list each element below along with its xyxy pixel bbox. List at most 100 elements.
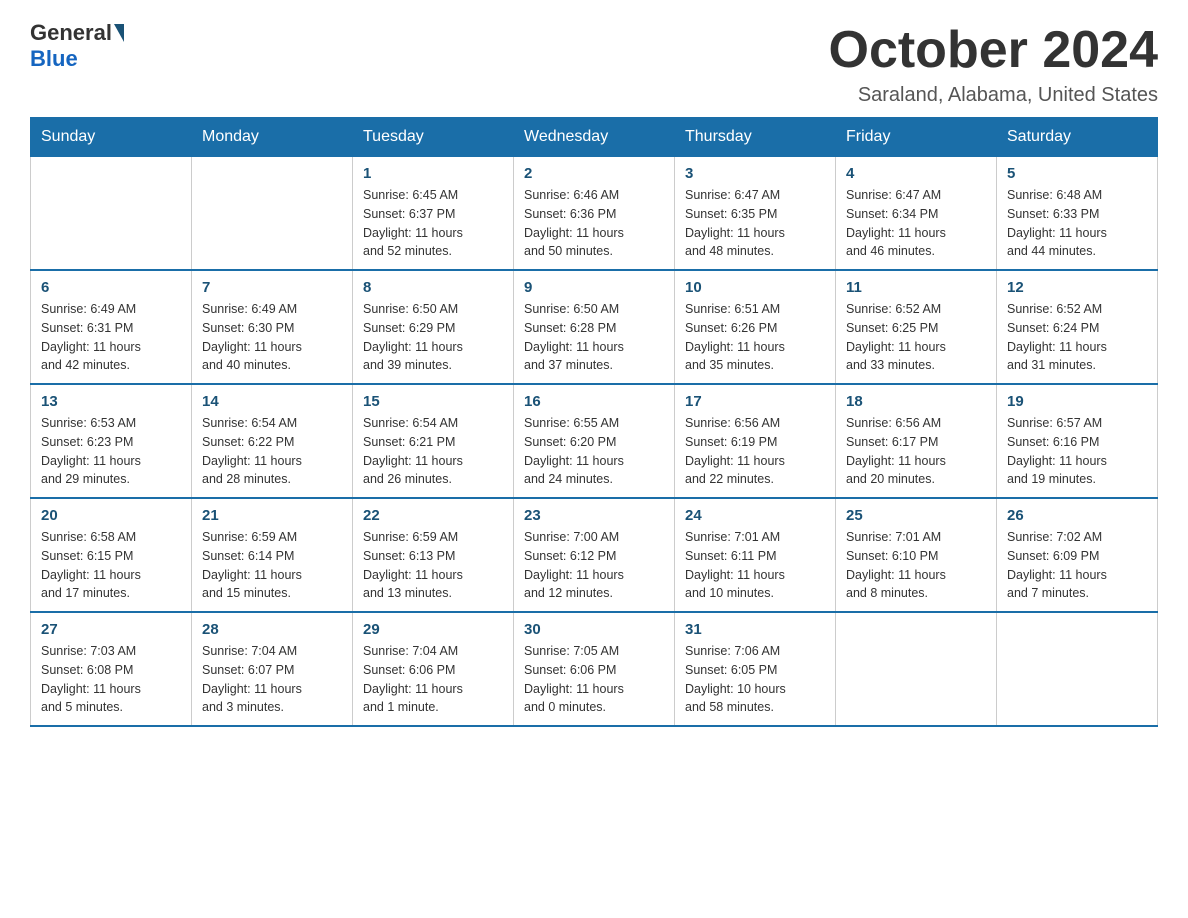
logo: General Blue — [30, 20, 126, 72]
day-info: Sunrise: 7:05 AMSunset: 6:06 PMDaylight:… — [524, 642, 664, 717]
page-header: General Blue October 2024 Saraland, Alab… — [30, 20, 1158, 107]
day-info: Sunrise: 6:49 AMSunset: 6:30 PMDaylight:… — [202, 300, 342, 375]
day-number: 16 — [524, 393, 664, 410]
logo-general-text: General — [30, 20, 112, 46]
day-info: Sunrise: 6:54 AMSunset: 6:21 PMDaylight:… — [363, 414, 503, 489]
calendar-cell: 6 Sunrise: 6:49 AMSunset: 6:31 PMDaylight… — [31, 270, 192, 384]
day-number: 10 — [685, 279, 825, 296]
calendar-cell: 26Sunrise: 7:02 AMSunset: 6:09 PMDayligh… — [997, 498, 1158, 612]
weekday-header-friday: Friday — [836, 118, 997, 157]
calendar-cell — [192, 157, 353, 271]
month-title: October 2024 — [829, 20, 1159, 80]
weekday-header-saturday: Saturday — [997, 118, 1158, 157]
calendar-week-row: 20Sunrise: 6:58 AMSunset: 6:15 PMDayligh… — [31, 498, 1158, 612]
calendar-cell: 28 Sunrise: 7:04 AMSunset: 6:07 PMDayligh… — [192, 612, 353, 726]
calendar-cell: 18 Sunrise: 6:56 AMSunset: 6:17 PMDayligh… — [836, 384, 997, 498]
day-number: 24 — [685, 507, 825, 524]
title-section: October 2024 Saraland, Alabama, United S… — [829, 20, 1159, 107]
calendar-cell: 1Sunrise: 6:45 AMSunset: 6:37 PMDaylight… — [353, 157, 514, 271]
day-info: Sunrise: 7:01 AMSunset: 6:11 PMDaylight:… — [685, 528, 825, 603]
day-info: Sunrise: 6:59 AMSunset: 6:14 PMDaylight:… — [202, 528, 342, 603]
weekday-header-wednesday: Wednesday — [514, 118, 675, 157]
weekday-header-thursday: Thursday — [675, 118, 836, 157]
day-number: 18 — [846, 393, 986, 410]
logo-blue-text: Blue — [30, 46, 78, 71]
calendar-cell: 20Sunrise: 6:58 AMSunset: 6:15 PMDayligh… — [31, 498, 192, 612]
weekday-header-monday: Monday — [192, 118, 353, 157]
day-info: Sunrise: 6:48 AMSunset: 6:33 PMDaylight:… — [1007, 186, 1147, 261]
calendar-cell: 27 Sunrise: 7:03 AMSunset: 6:08 PMDayligh… — [31, 612, 192, 726]
day-info: Sunrise: 7:00 AMSunset: 6:12 PMDaylight:… — [524, 528, 664, 603]
day-info: Sunrise: 6:52 AMSunset: 6:24 PMDaylight:… — [1007, 300, 1147, 375]
day-info: Sunrise: 6:57 AMSunset: 6:16 PMDaylight:… — [1007, 414, 1147, 489]
day-info: Sunrise: 6:58 AMSunset: 6:15 PMDaylight:… — [41, 528, 181, 603]
day-info: Sunrise: 6:56 AMSunset: 6:17 PMDaylight:… — [846, 414, 986, 489]
calendar-cell: 9Sunrise: 6:50 AMSunset: 6:28 PMDaylight… — [514, 270, 675, 384]
day-number: 5 — [1007, 165, 1147, 182]
calendar-cell: 19 Sunrise: 6:57 AMSunset: 6:16 PMDayligh… — [997, 384, 1158, 498]
day-number: 6 — [41, 279, 181, 296]
day-number: 31 — [685, 621, 825, 638]
day-number: 7 — [202, 279, 342, 296]
day-info: Sunrise: 6:50 AMSunset: 6:28 PMDaylight:… — [524, 300, 664, 375]
day-info: Sunrise: 7:06 AMSunset: 6:05 PMDaylight:… — [685, 642, 825, 717]
calendar-cell: 23 Sunrise: 7:00 AMSunset: 6:12 PMDayligh… — [514, 498, 675, 612]
calendar-cell: 16Sunrise: 6:55 AMSunset: 6:20 PMDayligh… — [514, 384, 675, 498]
calendar-cell: 14Sunrise: 6:54 AMSunset: 6:22 PMDayligh… — [192, 384, 353, 498]
day-number: 2 — [524, 165, 664, 182]
day-info: Sunrise: 7:04 AMSunset: 6:06 PMDaylight:… — [363, 642, 503, 717]
day-info: Sunrise: 7:03 AMSunset: 6:08 PMDaylight:… — [41, 642, 181, 717]
calendar-cell: 24 Sunrise: 7:01 AMSunset: 6:11 PMDayligh… — [675, 498, 836, 612]
day-number: 28 — [202, 621, 342, 638]
day-number: 13 — [41, 393, 181, 410]
calendar-cell: 4Sunrise: 6:47 AMSunset: 6:34 PMDaylight… — [836, 157, 997, 271]
calendar-cell: 13 Sunrise: 6:53 AMSunset: 6:23 PMDayligh… — [31, 384, 192, 498]
calendar-week-row: 13 Sunrise: 6:53 AMSunset: 6:23 PMDayligh… — [31, 384, 1158, 498]
day-info: Sunrise: 6:52 AMSunset: 6:25 PMDaylight:… — [846, 300, 986, 375]
day-number: 27 — [41, 621, 181, 638]
calendar-cell: 29Sunrise: 7:04 AMSunset: 6:06 PMDayligh… — [353, 612, 514, 726]
day-number: 17 — [685, 393, 825, 410]
day-number: 19 — [1007, 393, 1147, 410]
calendar-cell: 31 Sunrise: 7:06 AMSunset: 6:05 PMDayligh… — [675, 612, 836, 726]
location-title: Saraland, Alabama, United States — [829, 84, 1159, 107]
calendar-cell: 11 Sunrise: 6:52 AMSunset: 6:25 PMDayligh… — [836, 270, 997, 384]
day-info: Sunrise: 6:49 AMSunset: 6:31 PMDaylight:… — [41, 300, 181, 375]
day-info: Sunrise: 6:47 AMSunset: 6:34 PMDaylight:… — [846, 186, 986, 261]
day-info: Sunrise: 6:56 AMSunset: 6:19 PMDaylight:… — [685, 414, 825, 489]
day-number: 12 — [1007, 279, 1147, 296]
day-number: 25 — [846, 507, 986, 524]
calendar-cell — [997, 612, 1158, 726]
day-info: Sunrise: 7:02 AMSunset: 6:09 PMDaylight:… — [1007, 528, 1147, 603]
calendar-cell: 10Sunrise: 6:51 AMSunset: 6:26 PMDayligh… — [675, 270, 836, 384]
day-number: 15 — [363, 393, 503, 410]
logo-triangle-icon — [114, 24, 124, 42]
day-info: Sunrise: 7:04 AMSunset: 6:07 PMDaylight:… — [202, 642, 342, 717]
calendar-cell: 17 Sunrise: 6:56 AMSunset: 6:19 PMDayligh… — [675, 384, 836, 498]
calendar-cell: 3 Sunrise: 6:47 AMSunset: 6:35 PMDaylight… — [675, 157, 836, 271]
weekday-header-sunday: Sunday — [31, 118, 192, 157]
day-number: 22 — [363, 507, 503, 524]
day-info: Sunrise: 6:46 AMSunset: 6:36 PMDaylight:… — [524, 186, 664, 261]
day-info: Sunrise: 6:45 AMSunset: 6:37 PMDaylight:… — [363, 186, 503, 261]
calendar-cell: 15 Sunrise: 6:54 AMSunset: 6:21 PMDayligh… — [353, 384, 514, 498]
day-number: 23 — [524, 507, 664, 524]
day-number: 3 — [685, 165, 825, 182]
day-number: 30 — [524, 621, 664, 638]
calendar-cell: 21 Sunrise: 6:59 AMSunset: 6:14 PMDayligh… — [192, 498, 353, 612]
day-info: Sunrise: 6:47 AMSunset: 6:35 PMDaylight:… — [685, 186, 825, 261]
calendar-week-row: 6 Sunrise: 6:49 AMSunset: 6:31 PMDaylight… — [31, 270, 1158, 384]
calendar-cell: 25 Sunrise: 7:01 AMSunset: 6:10 PMDayligh… — [836, 498, 997, 612]
calendar-cell: 8Sunrise: 6:50 AMSunset: 6:29 PMDaylight… — [353, 270, 514, 384]
day-info: Sunrise: 6:59 AMSunset: 6:13 PMDaylight:… — [363, 528, 503, 603]
calendar-week-row: 1Sunrise: 6:45 AMSunset: 6:37 PMDaylight… — [31, 157, 1158, 271]
calendar-week-row: 27 Sunrise: 7:03 AMSunset: 6:08 PMDayligh… — [31, 612, 1158, 726]
day-number: 11 — [846, 279, 986, 296]
day-number: 8 — [363, 279, 503, 296]
day-number: 21 — [202, 507, 342, 524]
day-info: Sunrise: 7:01 AMSunset: 6:10 PMDaylight:… — [846, 528, 986, 603]
calendar-cell: 30 Sunrise: 7:05 AMSunset: 6:06 PMDayligh… — [514, 612, 675, 726]
calendar-cell: 12 Sunrise: 6:52 AMSunset: 6:24 PMDayligh… — [997, 270, 1158, 384]
calendar-cell: 5 Sunrise: 6:48 AMSunset: 6:33 PMDaylight… — [997, 157, 1158, 271]
day-info: Sunrise: 6:53 AMSunset: 6:23 PMDaylight:… — [41, 414, 181, 489]
